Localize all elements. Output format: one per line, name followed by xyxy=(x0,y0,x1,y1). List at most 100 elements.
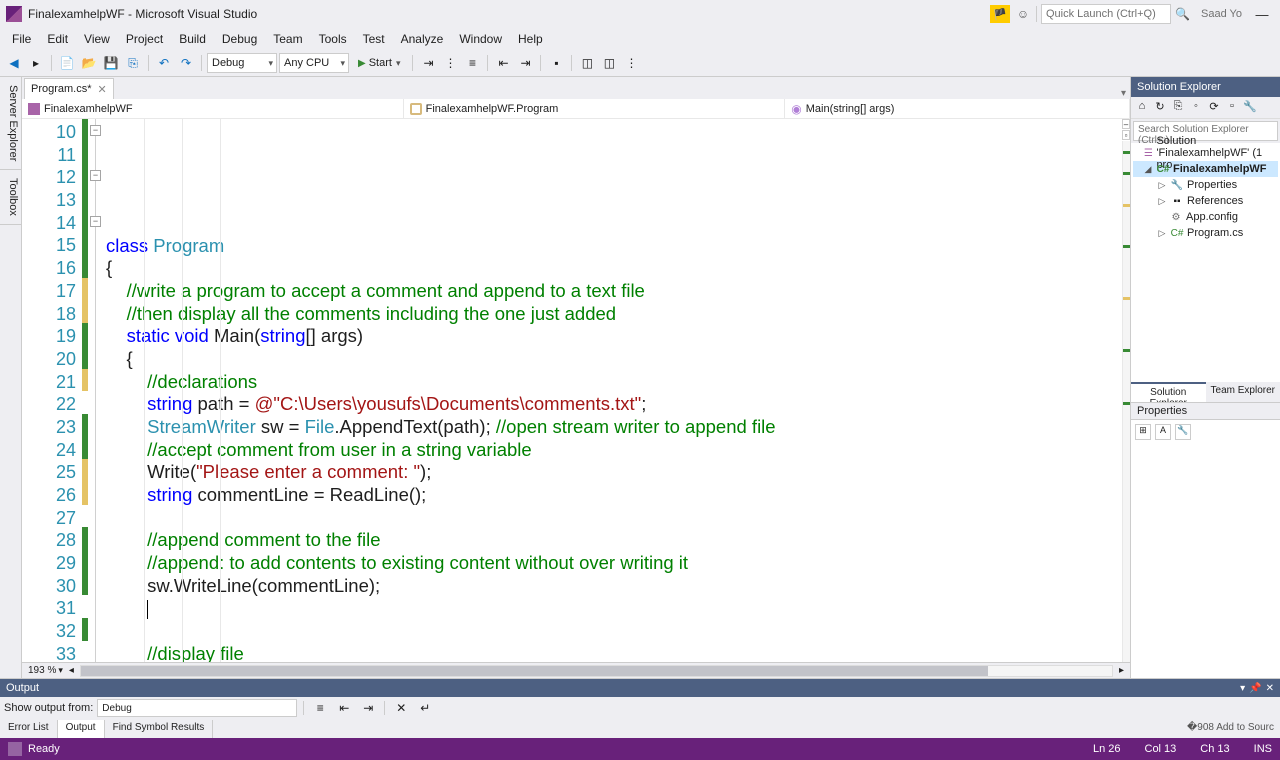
output-panel: Output ▾📌✕ Show output from: Debug ≡ ⇤ ⇥… xyxy=(0,678,1280,720)
doc-tab-label: Program.cs* xyxy=(31,83,92,95)
menu-edit[interactable]: Edit xyxy=(39,29,76,49)
refresh-icon[interactable]: ⟳ xyxy=(1206,100,1222,116)
tbi-icon[interactable]: ⎘ xyxy=(1170,100,1186,116)
dropdown-icon[interactable]: ▾ xyxy=(1240,683,1245,694)
save-button[interactable]: 💾 xyxy=(101,53,121,73)
menu-project[interactable]: Project xyxy=(118,29,171,49)
tb-icon[interactable]: ⋮ xyxy=(621,53,641,73)
menu-build[interactable]: Build xyxy=(171,29,214,49)
notification-icon[interactable]: 🏴 xyxy=(990,5,1010,23)
comment-button[interactable]: ▪ xyxy=(546,53,566,73)
error-list-tab[interactable]: Error List xyxy=(0,720,58,738)
code-editor[interactable]: 1011121314151617181920212223242526272829… xyxy=(22,119,1130,662)
menu-analyze[interactable]: Analyze xyxy=(393,29,452,49)
config-dropdown[interactable]: Debug xyxy=(207,53,277,73)
new-project-button[interactable]: 📄 xyxy=(57,53,77,73)
tab-overflow-icon[interactable]: ▾ xyxy=(1121,88,1130,99)
fold-column[interactable]: −−− xyxy=(88,119,106,662)
nav-project-dropdown[interactable]: FinalexamhelpWF xyxy=(22,99,404,118)
feedback-icon[interactable]: ☺ xyxy=(1014,5,1032,23)
tb-icon[interactable]: ≡ xyxy=(462,53,482,73)
code-content[interactable]: class Program{ //write a program to acce… xyxy=(106,119,1122,662)
team-explorer-tab[interactable]: Team Explorer xyxy=(1206,382,1280,402)
solution-node[interactable]: ☰Solution 'FinalexamhelpWF' (1 pro xyxy=(1133,145,1278,161)
zoom-level[interactable]: 193 % xyxy=(28,665,56,676)
solution-icon: ☰ xyxy=(1143,146,1153,160)
menu-help[interactable]: Help xyxy=(510,29,551,49)
save-all-button[interactable]: ⎘ xyxy=(123,53,143,73)
project-node[interactable]: ◢C#FinalexamhelpWF xyxy=(1133,161,1278,177)
quick-launch-input[interactable]: Quick Launch (Ctrl+Q) xyxy=(1041,4,1171,24)
menu-debug[interactable]: Debug xyxy=(214,29,265,49)
find-symbol-tab[interactable]: Find Symbol Results xyxy=(105,720,214,738)
status-line: Ln 26 xyxy=(1093,743,1121,755)
back-button[interactable]: ◀ xyxy=(4,53,24,73)
menu-test[interactable]: Test xyxy=(355,29,393,49)
expand-icon[interactable]: ▫ xyxy=(1122,130,1130,140)
status-icon[interactable] xyxy=(8,742,22,756)
tb-icon[interactable]: ⋮ xyxy=(440,53,460,73)
properties-panel-title: Properties xyxy=(1131,402,1280,420)
alpha-icon[interactable]: A xyxy=(1155,424,1171,440)
out-icon[interactable]: ⇥ xyxy=(358,698,378,718)
csproj-icon xyxy=(28,103,40,115)
minimize-button[interactable]: — xyxy=(1250,7,1274,22)
search-icon[interactable]: 🔍 xyxy=(1175,7,1191,21)
solution-explorer-tab[interactable]: Solution Explorer xyxy=(1131,382,1206,402)
redo-button[interactable]: ↷ xyxy=(176,53,196,73)
menu-tools[interactable]: Tools xyxy=(311,29,355,49)
out-icon[interactable]: ≡ xyxy=(310,698,330,718)
scroll-map[interactable]: – ▫ xyxy=(1122,119,1130,662)
output-source-dropdown[interactable]: Debug xyxy=(97,699,297,717)
split-icon[interactable]: – xyxy=(1122,119,1130,129)
undo-button[interactable]: ↶ xyxy=(154,53,174,73)
outdent-button[interactable]: ⇤ xyxy=(493,53,513,73)
doc-tab-program[interactable]: Program.cs* ✕ xyxy=(24,78,114,99)
open-button[interactable]: 📂 xyxy=(79,53,99,73)
sync-icon[interactable]: ↻ xyxy=(1152,100,1168,116)
platform-dropdown[interactable]: Any CPU xyxy=(279,53,349,73)
menu-window[interactable]: Window xyxy=(451,29,510,49)
appconfig-node[interactable]: ⚙App.config xyxy=(1133,209,1278,225)
close-icon[interactable]: ✕ xyxy=(98,83,107,96)
solution-explorer-title: Solution Explorer xyxy=(1131,77,1280,97)
step-button[interactable]: ⇥ xyxy=(418,53,438,73)
menu-view[interactable]: View xyxy=(76,29,118,49)
forward-button[interactable]: ▸ xyxy=(26,53,46,73)
left-tool-tabs: Server Explorer Toolbox xyxy=(0,77,22,678)
start-button[interactable]: ▶Start▾ xyxy=(351,53,407,73)
out-icon[interactable]: ⇤ xyxy=(334,698,354,718)
vs-logo-icon xyxy=(6,6,22,22)
references-node[interactable]: ▷▪▪References xyxy=(1133,193,1278,209)
solution-tree[interactable]: ☰Solution 'FinalexamhelpWF' (1 pro ◢C#Fi… xyxy=(1131,143,1280,382)
clear-icon[interactable]: ✕ xyxy=(391,698,411,718)
references-icon: ▪▪ xyxy=(1170,194,1184,208)
nav-class-dropdown[interactable]: FinalexamhelpWF.Program xyxy=(404,99,786,118)
menu-team[interactable]: Team xyxy=(265,29,310,49)
programcs-node[interactable]: ▷C#Program.cs xyxy=(1133,225,1278,241)
add-to-source-button[interactable]: �908 Add to Sourc xyxy=(1181,720,1280,738)
tb-icon[interactable]: ◫ xyxy=(577,53,597,73)
pin-icon[interactable]: 📌 xyxy=(1249,683,1261,694)
line-numbers: 1011121314151617181920212223242526272829… xyxy=(22,119,82,662)
server-explorer-tab[interactable]: Server Explorer xyxy=(0,77,21,170)
menu-file[interactable]: File xyxy=(4,29,39,49)
properties-node[interactable]: ▷🔧Properties xyxy=(1133,177,1278,193)
tbi-icon[interactable]: ◦ xyxy=(1188,100,1204,116)
user-name[interactable]: Saad Yo xyxy=(1201,8,1242,20)
tbi-icon[interactable]: ▫ xyxy=(1224,100,1240,116)
status-ready: Ready xyxy=(28,743,60,755)
output-tab[interactable]: Output xyxy=(58,720,105,738)
indent-button[interactable]: ⇥ xyxy=(515,53,535,73)
wrap-icon[interactable]: ↵ xyxy=(415,698,435,718)
home-icon[interactable]: ⌂ xyxy=(1134,100,1150,116)
toolbox-tab[interactable]: Toolbox xyxy=(0,170,21,225)
prop-icon[interactable]: 🔧 xyxy=(1175,424,1191,440)
tb-icon[interactable]: ◫ xyxy=(599,53,619,73)
categorize-icon[interactable]: ⊞ xyxy=(1135,424,1151,440)
nav-method-dropdown[interactable]: ◉Main(string[] args) xyxy=(785,99,1130,118)
horizontal-scrollbar[interactable] xyxy=(80,665,1113,677)
close-icon[interactable]: ✕ xyxy=(1266,683,1274,694)
title-bar: FinalexamhelpWF - Microsoft Visual Studi… xyxy=(0,0,1280,28)
properties-icon[interactable]: 🔧 xyxy=(1242,100,1258,116)
